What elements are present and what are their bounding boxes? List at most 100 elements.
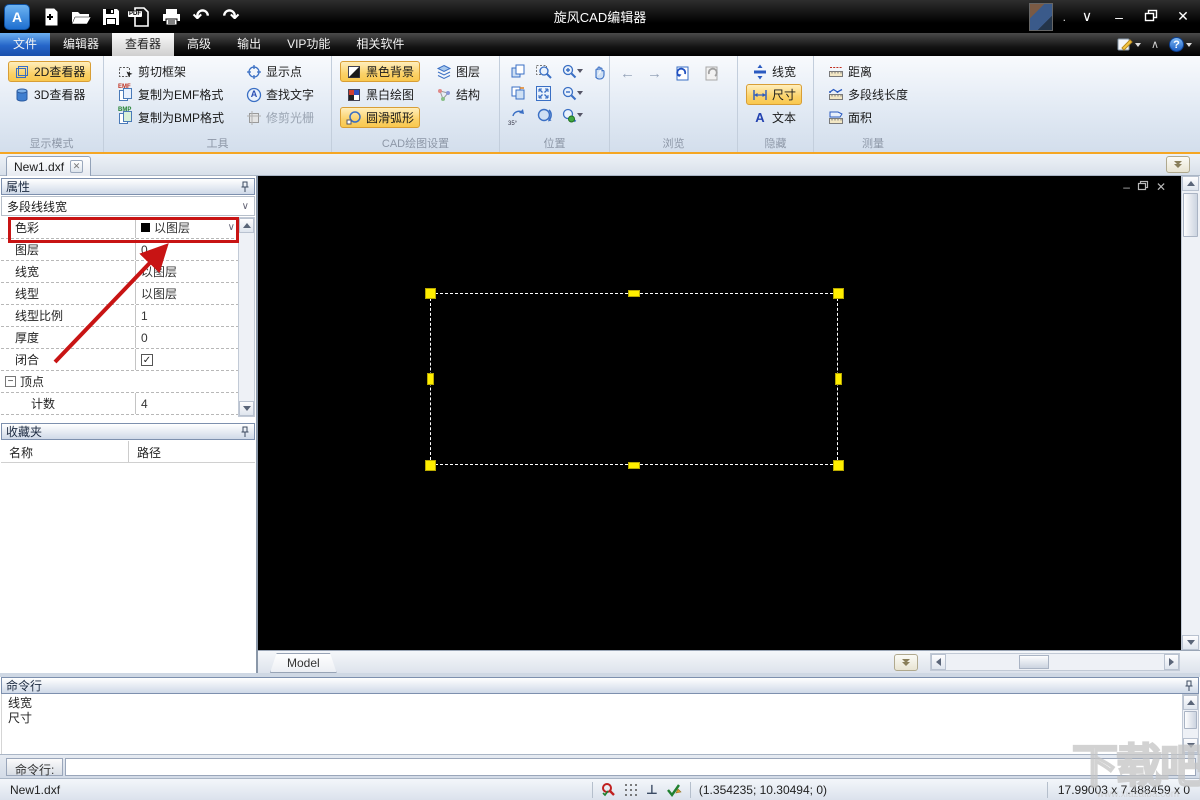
grip-mid-left[interactable]: [427, 373, 434, 385]
hide-dimension-button[interactable]: 尺寸: [746, 84, 802, 105]
2d-viewer-button[interactable]: 2D查看器: [8, 61, 91, 82]
quick-edit-button[interactable]: [1117, 37, 1141, 52]
redo-button[interactable]: ↷: [216, 3, 246, 31]
bw-drawing-button[interactable]: 黑白绘图: [340, 84, 420, 105]
rotate-angle-button[interactable]: 35°: [508, 105, 529, 125]
document-tab-close-button[interactable]: ✕: [70, 160, 83, 173]
canvas-horizontal-scrollbar[interactable]: [930, 653, 1180, 671]
3d-viewer-button[interactable]: 3D查看器: [8, 84, 91, 105]
measure-area-button[interactable]: 面积: [822, 107, 914, 128]
previous-view-button[interactable]: [672, 63, 693, 83]
print-button[interactable]: [156, 3, 186, 31]
menu-tab-viewer[interactable]: 查看器: [112, 33, 174, 56]
open-file-button[interactable]: [66, 3, 96, 31]
property-row-count[interactable]: 计数 4: [1, 393, 239, 415]
copy-view-button[interactable]: [508, 61, 529, 81]
command-input[interactable]: [65, 758, 1196, 776]
copy-bmp-button[interactable]: BMP 复制为BMP格式: [112, 107, 230, 128]
scrollbar-thumb[interactable]: [1184, 711, 1197, 729]
grip-bottom-mid[interactable]: [628, 462, 640, 469]
scroll-down-button[interactable]: [1182, 635, 1199, 650]
close-button[interactable]: ✕: [1172, 8, 1194, 25]
scroll-down-button[interactable]: [239, 401, 254, 416]
pin-icon[interactable]: [240, 426, 250, 438]
scroll-up-button[interactable]: [239, 218, 254, 233]
copy-emf-button[interactable]: EMF 复制为EMF格式: [112, 84, 230, 105]
hide-text-button[interactable]: A 文本: [746, 107, 802, 128]
scroll-left-button[interactable]: [931, 654, 946, 670]
grip-bottom-right[interactable]: [833, 460, 844, 471]
drawing-canvas[interactable]: – ✕: [258, 176, 1200, 650]
grip-top-right[interactable]: [833, 288, 844, 299]
property-group-vertex[interactable]: − 顶点: [1, 371, 239, 393]
canvas-close-button[interactable]: ✕: [1156, 181, 1166, 193]
favorites-col-name[interactable]: 名称: [1, 441, 129, 462]
hide-linewidth-button[interactable]: 线宽: [746, 61, 802, 82]
snap-grid-icon[interactable]: [624, 783, 638, 797]
collapse-ribbon-button[interactable]: ∧: [1151, 38, 1159, 51]
property-row-linetype-scale[interactable]: 线型比例 1: [1, 305, 239, 327]
favorites-col-path[interactable]: 路径: [129, 441, 161, 462]
chevron-down-icon[interactable]: ∨: [228, 222, 235, 233]
pin-icon[interactable]: [240, 181, 250, 193]
properties-scrollbar[interactable]: [238, 217, 255, 417]
grip-mid-right[interactable]: [835, 373, 842, 385]
closed-checkbox[interactable]: ✓: [141, 354, 153, 366]
property-row-layer[interactable]: 图层 0: [1, 239, 239, 261]
forward-button[interactable]: →: [645, 63, 664, 83]
canvas-minimize-button[interactable]: –: [1123, 181, 1130, 193]
draw-check-icon[interactable]: [666, 783, 682, 797]
smooth-arc-button[interactable]: 圆滑弧形: [340, 107, 420, 128]
grip-top-mid[interactable]: [628, 290, 640, 297]
canvas-vertical-scrollbar[interactable]: [1181, 176, 1200, 650]
user-avatar[interactable]: [1029, 3, 1053, 31]
command-scrollbar[interactable]: [1182, 694, 1199, 754]
command-history[interactable]: 线宽 尺寸: [1, 694, 1180, 754]
panel-collapse-button[interactable]: [1166, 156, 1190, 173]
next-view-button[interactable]: [701, 63, 722, 83]
measure-distance-button[interactable]: 距离: [822, 61, 914, 82]
chevron-down-icon[interactable]: ∨: [1076, 8, 1098, 25]
pin-icon[interactable]: [1184, 680, 1194, 692]
property-row-color[interactable]: 色彩 以图层 ∨: [1, 217, 239, 239]
property-row-lineweight[interactable]: 线宽 以图层: [1, 261, 239, 283]
clip-frame-button[interactable]: 剪切框架: [112, 61, 230, 82]
ortho-mode-icon[interactable]: ⊥: [646, 782, 658, 798]
show-points-button[interactable]: 显示点: [240, 61, 320, 82]
layers-button[interactable]: 图层: [430, 61, 486, 82]
structure-button[interactable]: 结构: [430, 84, 486, 105]
menu-tab-vip[interactable]: VIP功能: [274, 33, 343, 56]
property-row-closed[interactable]: 闭合 ✓: [1, 349, 239, 371]
entity-type-selector[interactable]: 多段线线宽 ∨: [1, 196, 255, 216]
zoom-extents-button[interactable]: [559, 105, 585, 125]
menu-tab-related[interactable]: 相关软件: [343, 33, 417, 56]
pan-button[interactable]: [589, 61, 610, 81]
menu-tab-advanced[interactable]: 高级: [174, 33, 224, 56]
trim-raster-button[interactable]: 修剪光栅: [240, 107, 320, 128]
zoom-out-button[interactable]: [559, 83, 585, 103]
grip-top-left[interactable]: [425, 288, 436, 299]
minimize-button[interactable]: –: [1108, 9, 1130, 25]
undo-button[interactable]: ↶: [186, 3, 216, 31]
property-row-thickness[interactable]: 厚度 0: [1, 327, 239, 349]
find-text-button[interactable]: A 查找文字: [240, 84, 320, 105]
scroll-down-button[interactable]: [1183, 738, 1198, 753]
rotate-view-button[interactable]: [533, 105, 555, 125]
scrollbar-thumb[interactable]: [1019, 655, 1049, 669]
menu-tab-editor[interactable]: 编辑器: [50, 33, 112, 56]
copy-view2-button[interactable]: [508, 83, 529, 103]
property-row-linetype[interactable]: 线型 以图层: [1, 283, 239, 305]
scroll-right-button[interactable]: [1164, 654, 1179, 670]
help-button[interactable]: ?: [1169, 37, 1192, 52]
scroll-up-button[interactable]: [1182, 176, 1199, 191]
scroll-up-button[interactable]: [1183, 695, 1198, 710]
black-background-button[interactable]: 黑色背景: [340, 61, 420, 82]
new-file-button[interactable]: [36, 3, 66, 31]
menu-tab-output[interactable]: 输出: [224, 33, 274, 56]
find-entity-icon[interactable]: [601, 782, 616, 797]
menu-tab-file[interactable]: 文件: [0, 33, 50, 56]
save-button[interactable]: [96, 3, 126, 31]
document-tab[interactable]: New1.dxf ✕: [6, 156, 91, 176]
panel-collapse-button[interactable]: [894, 654, 918, 671]
zoom-window-button[interactable]: [533, 61, 555, 81]
